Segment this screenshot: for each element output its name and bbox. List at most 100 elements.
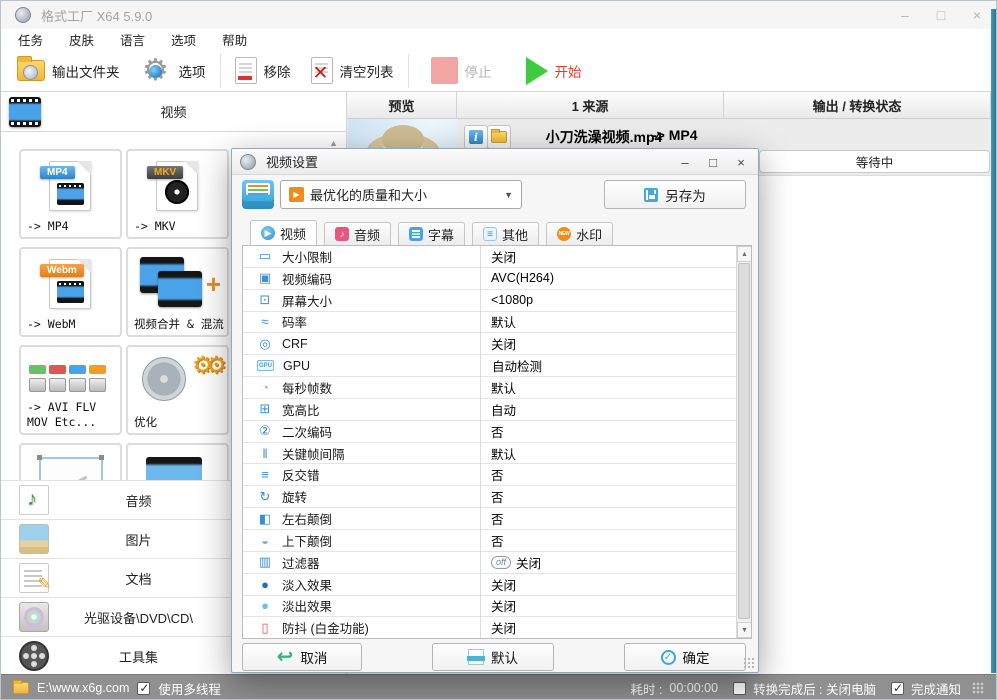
fade-out-icon: ● xyxy=(261,598,269,614)
scroll-up-icon[interactable]: ▲ xyxy=(737,246,751,262)
setting-value: 关闭 xyxy=(491,575,516,594)
tab-视频[interactable]: ▶ 视频 xyxy=(250,220,318,245)
profile-tray-icon xyxy=(242,180,274,209)
setting-row-8[interactable]: ⊞ 宽高比 自动 xyxy=(243,398,737,421)
settings-scrollbar[interactable]: ▲ ▼ xyxy=(736,246,751,638)
dialog-maximize-button[interactable]: □ xyxy=(702,155,724,170)
panel-scroll-up-icon[interactable]: ▲ xyxy=(329,138,338,148)
multithread-checkbox[interactable] xyxy=(137,681,151,695)
column-header[interactable]: 输出 / 转换状态 xyxy=(724,92,991,118)
output-path-folder-icon[interactable] xyxy=(13,680,29,694)
setting-row-5[interactable]: ◎ CRF 关闭 xyxy=(243,333,737,356)
setting-row-9[interactable]: ② 二次编码 否 xyxy=(243,420,737,443)
output-path[interactable]: E:\www.x6g.com xyxy=(37,681,129,695)
setting-row-14[interactable]: ◒ 上下颠倒 否 xyxy=(243,529,737,552)
setting-value: 否 xyxy=(491,531,504,550)
format-card[interactable]: MKV -> MKV xyxy=(126,149,229,239)
video-section-header[interactable]: 视频 xyxy=(1,92,346,132)
notify-label[interactable]: 完成通知 xyxy=(911,679,961,698)
clear-list-button[interactable]: 清空列表 xyxy=(301,53,404,89)
setting-row-3[interactable]: ⊡ 屏幕大小 <1080p xyxy=(243,289,737,312)
maximize-button[interactable]: □ xyxy=(928,7,954,23)
setting-value: 关闭 xyxy=(491,618,516,637)
setting-row-6[interactable]: GPU GPU 自动检测 xyxy=(243,355,737,378)
format-card[interactable]: Webm -> WebM xyxy=(19,247,122,337)
close-button[interactable]: × xyxy=(964,7,990,23)
setting-value-text: 关闭 xyxy=(491,338,517,353)
dialog-minimize-button[interactable]: – xyxy=(674,155,696,170)
setting-row-11[interactable]: ≡ 反交错 否 xyxy=(243,464,737,487)
dialog-close-button[interactable]: × xyxy=(730,155,752,170)
shutdown-after-label[interactable]: 转换完成后 : 关闭电脑 xyxy=(753,679,876,698)
output-folder-button[interactable]: 输出文件夹 xyxy=(7,53,130,89)
output-folder-label: 输出文件夹 xyxy=(52,64,120,80)
tab-label: 水印 xyxy=(576,227,603,243)
setting-row-12[interactable]: ↻ 旋转 否 xyxy=(243,486,737,509)
format-card[interactable]: ⚙⚙ 优化 xyxy=(126,345,229,435)
multithread-label[interactable]: 使用多线程 xyxy=(158,679,221,698)
tab-字幕[interactable]: 字幕 xyxy=(398,222,466,245)
scroll-down-icon[interactable]: ▼ xyxy=(737,622,751,638)
remove-button[interactable]: 移除 xyxy=(225,53,301,89)
format-card[interactable]: + 视频合并 & 混流 xyxy=(126,247,229,337)
setting-row-7[interactable]: ◔ 每秒帧数 默认 xyxy=(243,377,737,399)
setting-value-text: AVC(H264) xyxy=(491,271,554,286)
shutdown-after-checkbox[interactable] xyxy=(733,681,747,695)
setting-label: 上下颠倒 xyxy=(282,534,333,549)
options-button[interactable]: ⚙ 选项 xyxy=(130,53,216,89)
default-button[interactable]: 默认 xyxy=(432,643,554,671)
tab-其他[interactable]: ≡ 其他 xyxy=(472,222,540,245)
resize-grip[interactable] xyxy=(972,682,984,694)
setting-value: 否 xyxy=(491,509,504,528)
tab-label: 音频 xyxy=(354,227,381,243)
setting-row-18[interactable]: ▯ 防抖 (白金功能) 关闭 xyxy=(243,617,737,638)
stop-icon xyxy=(430,57,458,84)
setting-row-13[interactable]: ◧ 左右颠倒 否 xyxy=(243,508,737,530)
toolbar-separator xyxy=(219,53,221,88)
setting-value-text: 否 xyxy=(491,469,504,484)
stop-button[interactable]: 停止 xyxy=(421,53,502,89)
preset-dropdown[interactable]: ▶ 最优化的质量和大小 ▼ xyxy=(280,180,522,209)
menu-item-5[interactable]: 帮助 xyxy=(222,30,247,49)
format-card[interactable]: MP4 -> MP4 xyxy=(19,149,122,239)
tab-音频[interactable]: ♪ 音频 xyxy=(324,222,392,245)
audio-tab-icon: ♪ xyxy=(335,227,350,241)
setting-label: CRF xyxy=(282,336,308,351)
scrollbar-thumb[interactable] xyxy=(738,263,750,619)
ruler-icon: ▭ xyxy=(258,248,272,264)
column-header[interactable]: 预览 xyxy=(347,92,457,118)
setting-row-1[interactable]: ▭ 大小限制 关闭 xyxy=(243,246,737,268)
setting-label: 旋转 xyxy=(282,491,308,506)
file-info-button[interactable]: i xyxy=(464,125,488,149)
ok-button[interactable]: ✓ 确定 xyxy=(624,643,746,671)
setting-row-15[interactable]: ▥ 过滤器 off 关闭 xyxy=(243,551,737,574)
notify-checkbox[interactable] xyxy=(890,681,904,695)
setting-value-text: 关闭 xyxy=(491,250,517,265)
open-folder-button[interactable] xyxy=(487,125,511,149)
column-header[interactable]: 1 来源 xyxy=(457,92,724,118)
setting-row-17[interactable]: ● 淡出效果 关闭 xyxy=(243,595,737,618)
cancel-button[interactable]: ↩ 取消 xyxy=(242,643,362,671)
toolbar-separator xyxy=(407,53,409,88)
dialog-icon xyxy=(240,153,256,170)
menu-item-4[interactable]: 选项 xyxy=(171,30,196,49)
menu-item-3[interactable]: 语言 xyxy=(120,30,145,49)
setting-row-4[interactable]: ≈ 码率 默认 xyxy=(243,311,737,334)
setting-label: 关键帧间隔 xyxy=(282,447,345,462)
format-card[interactable]: -> AVI FLV MOV Etc... xyxy=(19,345,122,435)
setting-row-16[interactable]: ● 淡入效果 关闭 xyxy=(243,573,737,596)
menu-item-1[interactable]: 任务 xyxy=(18,30,43,49)
dialog-resize-grip[interactable] xyxy=(743,657,755,669)
rotate-icon: ↻ xyxy=(259,488,271,504)
save-as-button[interactable]: 另存为 xyxy=(604,180,746,209)
minimize-button[interactable]: – xyxy=(892,7,918,23)
window-title: 格式工厂 X64 5.9.0 xyxy=(41,8,153,24)
setting-row-2[interactable]: ▣ 视频编码 AVC(H264) xyxy=(243,267,737,290)
menu-item-2[interactable]: 皮肤 xyxy=(69,30,94,49)
setting-row-10[interactable]: ‖ 关键帧间隔 默认 xyxy=(243,442,737,465)
save-as-label: 另存为 xyxy=(665,188,706,204)
dialog-title-bar[interactable]: 视频设置 – □ × xyxy=(232,149,758,175)
setting-value: 自动检测 xyxy=(492,356,542,375)
tab-水印[interactable]: NEW 水印 xyxy=(546,222,614,245)
start-button[interactable]: 开始 xyxy=(516,53,592,89)
